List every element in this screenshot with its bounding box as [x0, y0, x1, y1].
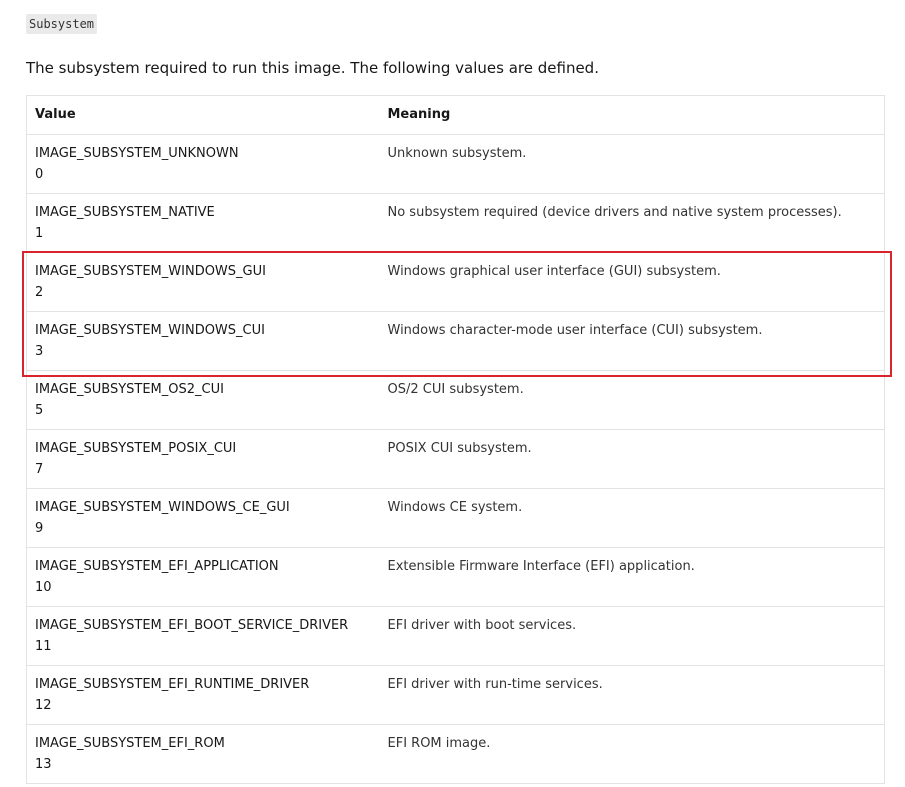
value-name: IMAGE_SUBSYSTEM_NATIVE	[35, 205, 215, 220]
value-cell: IMAGE_SUBSYSTEM_WINDOWS_CE_GUI 9	[26, 488, 380, 548]
meaning-cell: Windows character-mode user interface (C…	[379, 311, 885, 371]
table-row: IMAGE_SUBSYSTEM_UNKNOWN 0 Unknown subsys…	[26, 134, 885, 194]
page: Subsystem The subsystem required to run …	[0, 0, 905, 787]
header-value: Value	[26, 95, 380, 135]
meaning-cell: No subsystem required (device drivers an…	[379, 193, 885, 253]
table-row: IMAGE_SUBSYSTEM_EFI_BOOT_SERVICE_DRIVER …	[26, 606, 885, 666]
code-term: Subsystem	[26, 14, 98, 34]
value-cell: IMAGE_SUBSYSTEM_EFI_BOOT_SERVICE_DRIVER …	[26, 606, 380, 666]
value-name: IMAGE_SUBSYSTEM_OS2_CUI	[35, 382, 224, 397]
table-header-row: Value Meaning	[26, 95, 885, 135]
meaning-text: Windows character-mode user interface (C…	[387, 323, 763, 338]
value-number: 0	[35, 167, 44, 182]
value-name: IMAGE_SUBSYSTEM_EFI_ROM	[35, 736, 225, 751]
meaning-text: Windows graphical user interface (GUI) s…	[387, 264, 721, 279]
value-number: 7	[35, 462, 44, 477]
value-cell: IMAGE_SUBSYSTEM_UNKNOWN 0	[26, 134, 380, 194]
header-meaning: Meaning	[379, 95, 885, 135]
table-row: IMAGE_SUBSYSTEM_WINDOWS_CUI 3 Windows ch…	[26, 311, 885, 371]
meaning-text: Extensible Firmware Interface (EFI) appl…	[387, 559, 695, 574]
value-name: IMAGE_SUBSYSTEM_WINDOWS_CUI	[35, 323, 265, 338]
table-row: IMAGE_SUBSYSTEM_WINDOWS_CE_GUI 9 Windows…	[26, 488, 885, 548]
table-row: IMAGE_SUBSYSTEM_EFI_ROM 13 EFI ROM image…	[26, 724, 885, 784]
value-number: 3	[35, 344, 44, 359]
table-row: IMAGE_SUBSYSTEM_EFI_RUNTIME_DRIVER 12 EF…	[26, 665, 885, 725]
value-number: 5	[35, 403, 44, 418]
meaning-text: Windows CE system.	[387, 500, 523, 515]
meaning-cell: EFI driver with boot services.	[379, 606, 885, 666]
value-name: IMAGE_SUBSYSTEM_EFI_APPLICATION	[35, 559, 279, 574]
value-cell: IMAGE_SUBSYSTEM_POSIX_CUI 7	[26, 429, 380, 489]
subsystem-table: Value Meaning IMAGE_SUBSYSTEM_UNKNOWN 0 …	[26, 95, 885, 784]
value-cell: IMAGE_SUBSYSTEM_OS2_CUI 5	[26, 370, 380, 430]
value-number: 9	[35, 521, 44, 536]
table-row: IMAGE_SUBSYSTEM_EFI_APPLICATION 10 Exten…	[26, 547, 885, 607]
value-number: 1	[35, 226, 44, 241]
meaning-cell: Unknown subsystem.	[379, 134, 885, 194]
value-name: IMAGE_SUBSYSTEM_EFI_RUNTIME_DRIVER	[35, 677, 310, 692]
meaning-cell: Windows CE system.	[379, 488, 885, 548]
value-number: 2	[35, 285, 44, 300]
meaning-text: EFI ROM image.	[387, 736, 491, 751]
table-row: IMAGE_SUBSYSTEM_WINDOWS_GUI 2 Windows gr…	[26, 252, 885, 312]
value-name: IMAGE_SUBSYSTEM_WINDOWS_CE_GUI	[35, 500, 290, 515]
table-row: IMAGE_SUBSYSTEM_NATIVE 1 No subsystem re…	[26, 193, 885, 253]
meaning-text: POSIX CUI subsystem.	[387, 441, 532, 456]
meaning-text: No subsystem required (device drivers an…	[387, 205, 842, 220]
value-number: 11	[35, 639, 52, 654]
meaning-cell: Extensible Firmware Interface (EFI) appl…	[379, 547, 885, 607]
table-row: IMAGE_SUBSYSTEM_OS2_CUI 5 OS/2 CUI subsy…	[26, 370, 885, 430]
meaning-cell: POSIX CUI subsystem.	[379, 429, 885, 489]
intro-text: The subsystem required to run this image…	[26, 59, 599, 77]
meaning-text: EFI driver with boot services.	[387, 618, 577, 633]
value-name: IMAGE_SUBSYSTEM_UNKNOWN	[35, 146, 239, 161]
value-cell: IMAGE_SUBSYSTEM_WINDOWS_GUI 2	[26, 252, 380, 312]
meaning-cell: OS/2 CUI subsystem.	[379, 370, 885, 430]
value-name: IMAGE_SUBSYSTEM_WINDOWS_GUI	[35, 264, 266, 279]
value-name: IMAGE_SUBSYSTEM_EFI_BOOT_SERVICE_DRIVER	[35, 618, 349, 633]
value-cell: IMAGE_SUBSYSTEM_EFI_RUNTIME_DRIVER 12	[26, 665, 380, 725]
value-name: IMAGE_SUBSYSTEM_POSIX_CUI	[35, 441, 237, 456]
value-number: 12	[35, 698, 52, 713]
meaning-cell: Windows graphical user interface (GUI) s…	[379, 252, 885, 312]
value-number: 13	[35, 757, 52, 772]
table-row: IMAGE_SUBSYSTEM_POSIX_CUI 7 POSIX CUI su…	[26, 429, 885, 489]
meaning-text: OS/2 CUI subsystem.	[387, 382, 524, 397]
value-cell: IMAGE_SUBSYSTEM_WINDOWS_CUI 3	[26, 311, 380, 371]
value-cell: IMAGE_SUBSYSTEM_EFI_ROM 13	[26, 724, 380, 784]
value-number: 10	[35, 580, 52, 595]
value-cell: IMAGE_SUBSYSTEM_EFI_APPLICATION 10	[26, 547, 380, 607]
meaning-text: EFI driver with run-time services.	[387, 677, 603, 692]
meaning-text: Unknown subsystem.	[387, 146, 527, 161]
value-cell: IMAGE_SUBSYSTEM_NATIVE 1	[26, 193, 380, 253]
meaning-cell: EFI driver with run-time services.	[379, 665, 885, 725]
meaning-cell: EFI ROM image.	[379, 724, 885, 784]
